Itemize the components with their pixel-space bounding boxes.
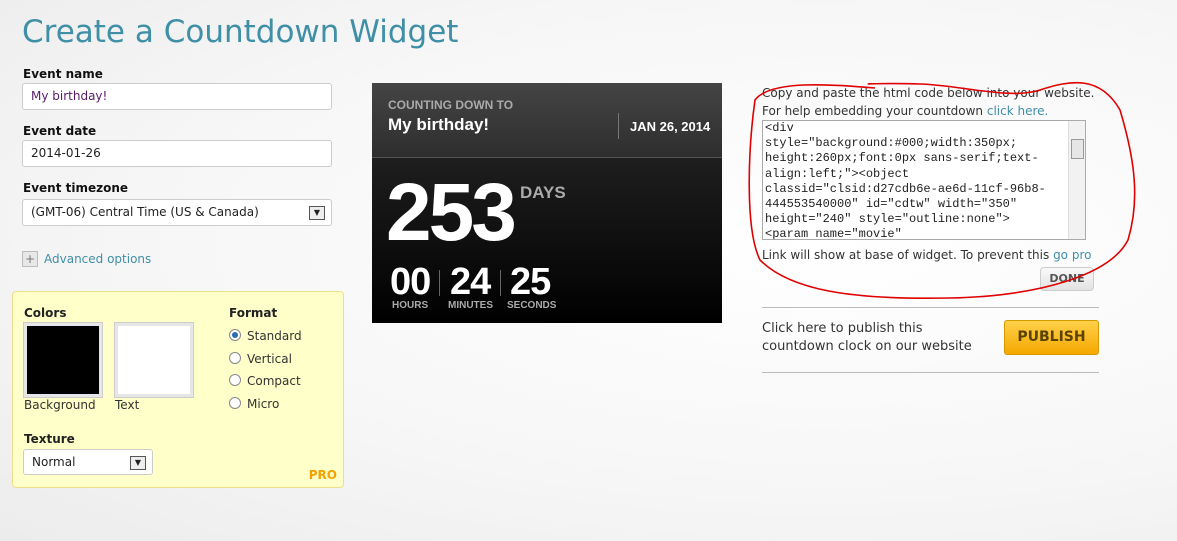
red-annotation-circle	[748, 81, 1136, 300]
